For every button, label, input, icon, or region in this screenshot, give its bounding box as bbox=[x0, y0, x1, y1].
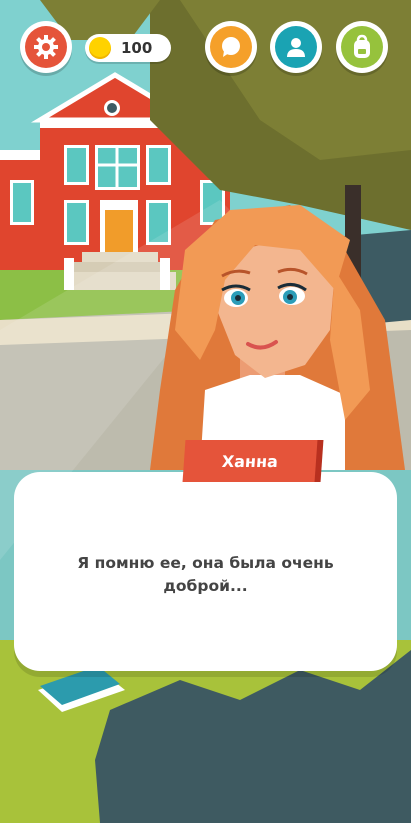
coin-icon bbox=[89, 37, 111, 59]
speaker-name: Ханна bbox=[221, 452, 279, 471]
chat-button[interactable] bbox=[205, 21, 257, 73]
profile-button[interactable] bbox=[270, 21, 322, 73]
coin-counter: 100 bbox=[85, 34, 171, 62]
game-scene bbox=[0, 0, 411, 823]
speaker-name-tag: Ханна bbox=[182, 440, 318, 482]
settings-button[interactable] bbox=[20, 21, 72, 73]
dialog-box[interactable]: Я помню ее, она была очень доброй... bbox=[14, 472, 397, 671]
gear-icon bbox=[25, 26, 67, 68]
dialog-text: Я помню ее, она была очень доброй... bbox=[77, 554, 334, 595]
person-icon bbox=[275, 26, 317, 68]
coin-value: 100 bbox=[121, 39, 153, 57]
inventory-button[interactable] bbox=[336, 21, 388, 73]
speech-bubble-icon bbox=[210, 26, 252, 68]
backpack-icon bbox=[341, 26, 383, 68]
